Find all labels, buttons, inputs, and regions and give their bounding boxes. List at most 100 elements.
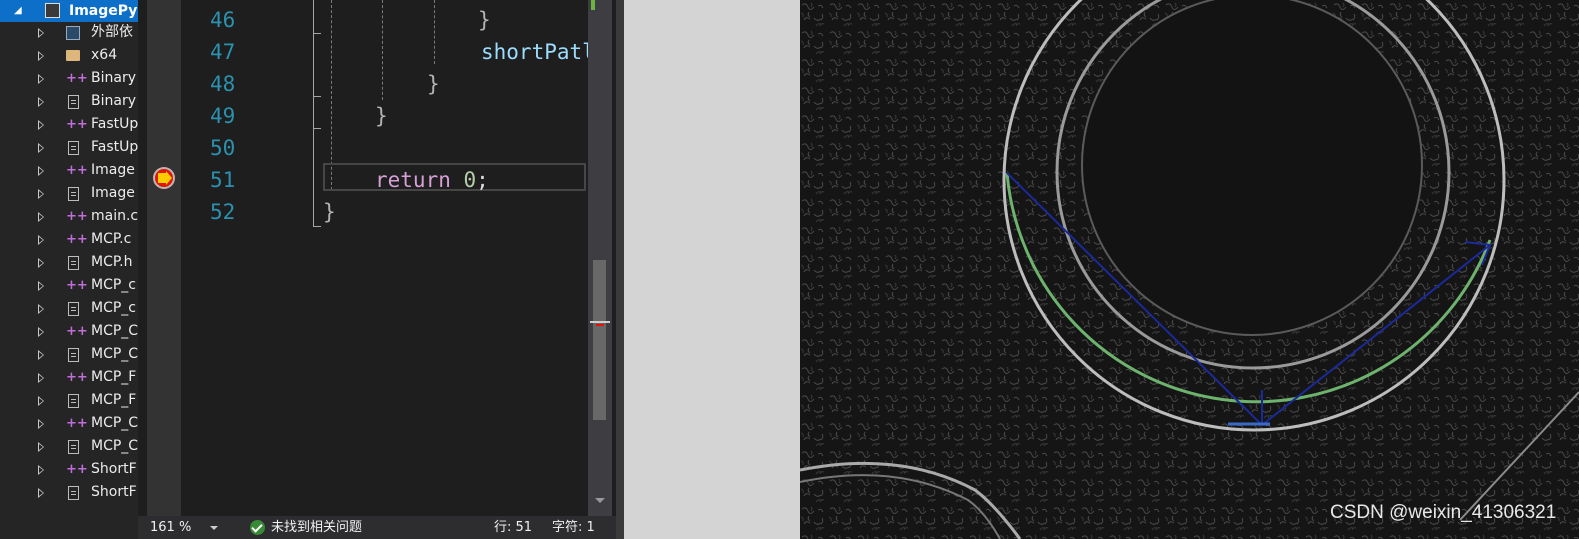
expand-arrow-icon[interactable]	[38, 373, 44, 383]
expand-arrow-icon[interactable]	[38, 304, 44, 314]
project-name: ImagePy	[69, 3, 138, 19]
expand-arrow-icon[interactable]	[38, 488, 44, 498]
cpp-file-icon: ++	[66, 209, 88, 224]
cpp-file-icon: ++	[66, 278, 88, 293]
code-line[interactable]: return 0;	[375, 164, 489, 196]
editor-status-bar: 161 % 未找到相关问题 行: 51 字符: 1	[138, 516, 616, 539]
expand-arrow-icon[interactable]	[38, 212, 44, 222]
solution-item[interactable]: MCP_C	[0, 343, 138, 366]
code-editor[interactable]: 46 47 48 49 50 51 52 } shortPatl } } ret…	[138, 0, 616, 516]
solution-item[interactable]: ++ FastUp	[0, 113, 138, 136]
issues-status[interactable]: 未找到相关问题	[271, 516, 362, 539]
solution-item-label: MCP_C	[91, 346, 138, 362]
code-line[interactable]: }	[478, 4, 491, 36]
solution-item-label: FastUp	[91, 139, 138, 155]
expand-arrow-icon[interactable]	[38, 166, 44, 176]
cpp-file-icon: ++	[66, 370, 88, 385]
expand-arrow-icon[interactable]	[38, 350, 44, 360]
line-number: 46	[210, 8, 236, 32]
code-line[interactable]: }	[427, 68, 440, 100]
expand-arrow-icon[interactable]	[38, 120, 44, 130]
project-node[interactable]: ◢ ImagePy	[0, 0, 138, 22]
outline-tick	[313, 128, 321, 129]
code-line[interactable]: shortPatl	[481, 36, 595, 68]
column-indicator: 字符: 1	[552, 520, 595, 535]
expand-arrow-icon[interactable]	[38, 143, 44, 153]
solution-item-label: FastUp	[91, 116, 138, 132]
expand-arrow-icon[interactable]	[38, 97, 44, 107]
expand-arrow-icon[interactable]	[38, 396, 44, 406]
expand-arrow-icon[interactable]	[38, 327, 44, 337]
solution-item-label: ShortF	[91, 461, 137, 477]
solution-item[interactable]: ++ MCP.c	[0, 228, 138, 251]
expand-arrow-icon[interactable]	[38, 281, 44, 291]
solution-item[interactable]: FastUp	[0, 136, 138, 159]
solution-item[interactable]: x64	[0, 44, 138, 67]
expand-arrow-icon[interactable]	[38, 442, 44, 452]
expand-arrow-icon[interactable]	[38, 235, 44, 245]
expand-arrow-icon[interactable]	[38, 258, 44, 268]
outline-tick	[313, 33, 321, 34]
solution-item[interactable]: ++ Image	[0, 159, 138, 182]
cpp-file-icon: ++	[66, 71, 88, 86]
header-file-icon	[68, 486, 79, 500]
solution-explorer: ◢ ImagePy 外部依 x64 ++ Binary Binary ++ FastUp Fa…	[0, 0, 138, 539]
solution-item[interactable]: ShortF	[0, 481, 138, 504]
solution-item-label: Binary	[91, 70, 136, 86]
solution-item-label: MCP_c	[91, 277, 136, 293]
header-file-icon	[68, 95, 79, 109]
solution-item[interactable]: MCP_F	[0, 389, 138, 412]
editor-vertical-scrollbar[interactable]	[588, 0, 612, 516]
indent-guide	[434, 0, 435, 64]
solution-item[interactable]: MCP_C	[0, 435, 138, 458]
expand-arrow-icon[interactable]	[38, 28, 44, 38]
code-line[interactable]: }	[375, 100, 388, 132]
solution-item[interactable]: 外部依	[0, 21, 138, 44]
line-indicator: 行: 51	[494, 520, 533, 535]
solution-item-label: Image	[91, 162, 135, 178]
edge-image-canvas	[800, 0, 1579, 539]
solution-item-label: MCP.h	[91, 254, 133, 270]
solution-item[interactable]: ++ main.c	[0, 205, 138, 228]
solution-item-label: MCP_C	[91, 438, 138, 454]
zoom-level[interactable]: 161 %	[150, 516, 191, 539]
line-number: 47	[210, 40, 236, 64]
semicolon: ;	[476, 168, 489, 192]
scrollbar-thumb[interactable]	[593, 260, 606, 420]
line-number: 48	[210, 72, 236, 96]
code-line[interactable]: }	[323, 196, 336, 228]
expand-arrow-icon[interactable]	[38, 419, 44, 429]
solution-item[interactable]: ++ MCP_C	[0, 320, 138, 343]
solution-item-label: ShortF	[91, 484, 137, 500]
indent-guide	[331, 0, 332, 190]
indicator-margin[interactable]	[147, 0, 181, 516]
solution-item[interactable]: ++ MCP_F	[0, 366, 138, 389]
cpp-file-icon: ++	[66, 324, 88, 339]
breakpoint-current-statement-icon[interactable]	[153, 167, 175, 189]
zoom-dropdown-icon[interactable]	[210, 526, 218, 530]
scroll-down-arrow-icon[interactable]	[595, 498, 605, 503]
solution-item[interactable]: MCP_c	[0, 297, 138, 320]
expand-arrow-icon[interactable]	[38, 74, 44, 84]
solution-item-label: x64	[91, 47, 118, 63]
expand-arrow-icon[interactable]	[38, 189, 44, 199]
cpp-file-icon: ++	[66, 232, 88, 247]
solution-item[interactable]: MCP.h	[0, 251, 138, 274]
header-file-icon	[68, 187, 79, 201]
solution-item[interactable]: Binary	[0, 90, 138, 113]
solution-item-label: 外部依	[91, 24, 133, 40]
solution-item[interactable]: ++ MCP_C	[0, 412, 138, 435]
cpp-file-icon: ++	[66, 416, 88, 431]
check-circle-icon[interactable]	[250, 520, 265, 535]
scrollbar-caret-marker	[590, 321, 610, 323]
expand-arrow-icon[interactable]	[38, 465, 44, 475]
solution-item-label: MCP_c	[91, 300, 136, 316]
solution-item[interactable]: Image	[0, 182, 138, 205]
solution-item[interactable]: ++ MCP_c	[0, 274, 138, 297]
solution-item[interactable]: ++ Binary	[0, 67, 138, 90]
header-file-icon	[68, 141, 79, 155]
expand-arrow-icon[interactable]	[38, 51, 44, 61]
line-number: 51	[210, 168, 236, 192]
collapse-arrow-icon[interactable]: ◢	[14, 0, 22, 22]
solution-item[interactable]: ++ ShortF	[0, 458, 138, 481]
